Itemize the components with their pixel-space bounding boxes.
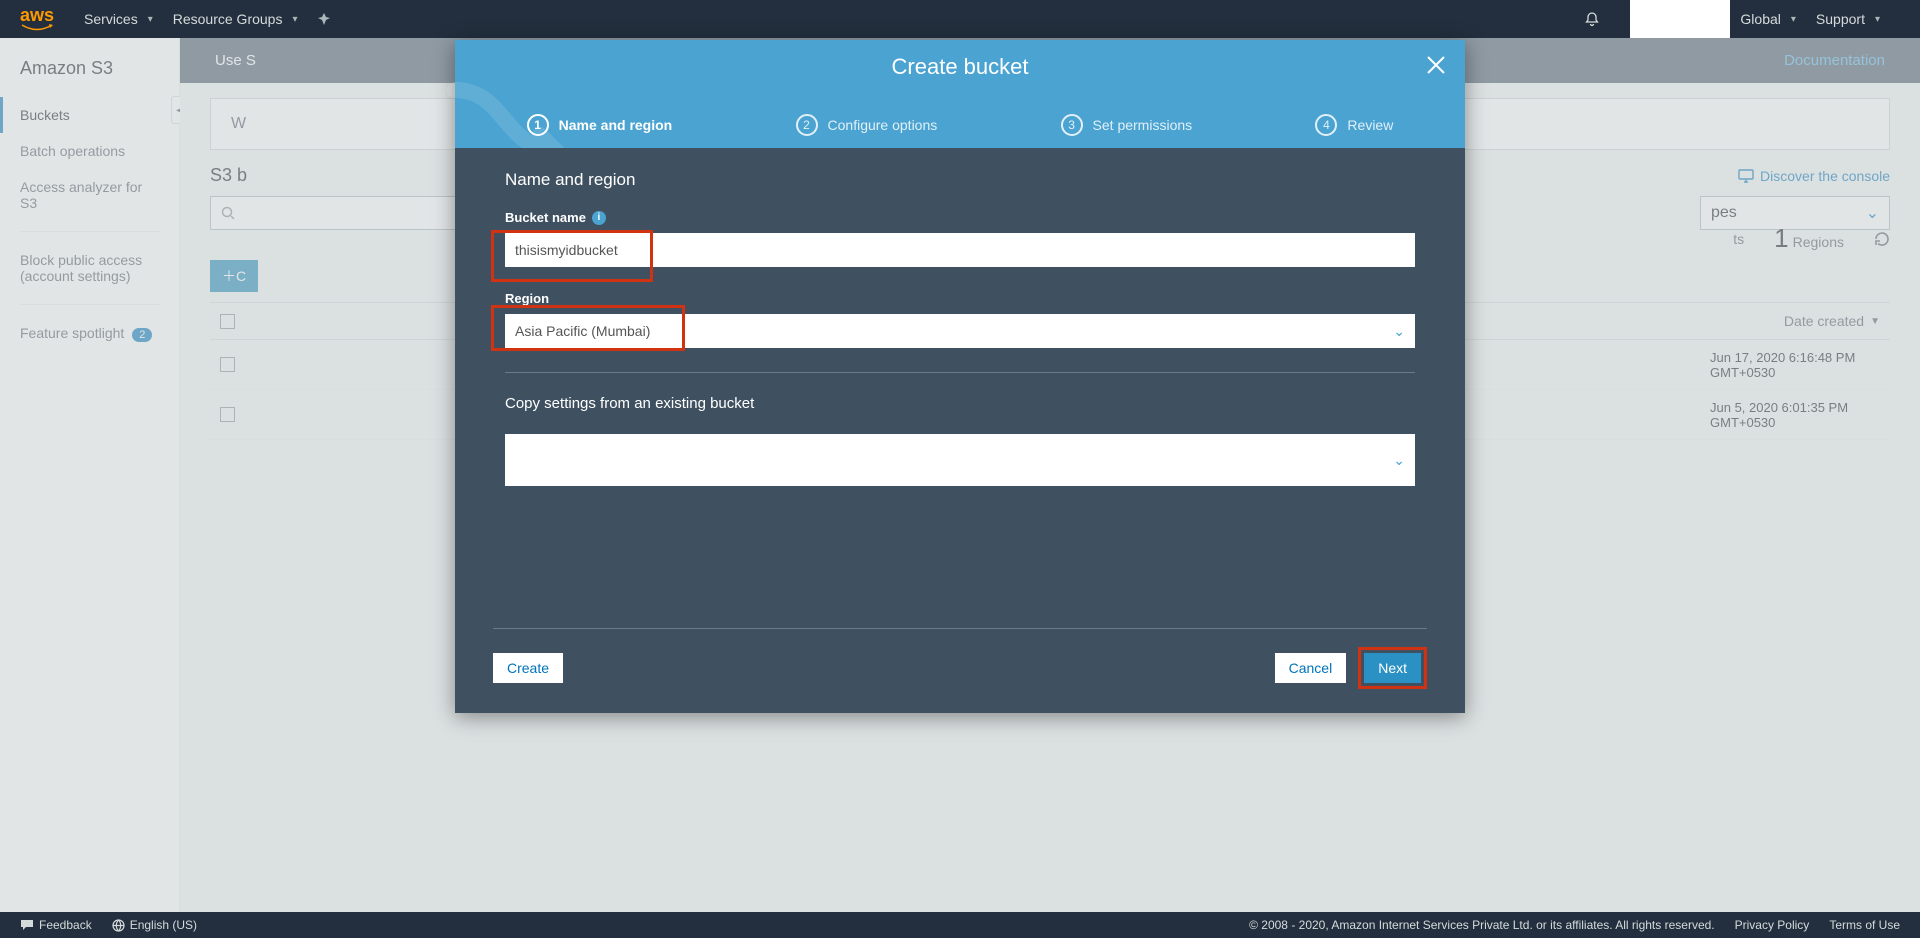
- divider: [505, 372, 1415, 373]
- copy-settings-select[interactable]: ⌄: [505, 434, 1415, 486]
- bucket-name-group: Bucket name i: [505, 210, 1415, 267]
- highlight-box: Next: [1358, 647, 1427, 689]
- step-configure[interactable]: 2Configure options: [796, 114, 938, 136]
- region-select[interactable]: Asia Pacific (Mumbai) ⌄: [505, 314, 1415, 348]
- copy-settings-label: Copy settings from an existing bucket: [505, 395, 1415, 412]
- wizard-steps: 1Name and region 2Configure options 3Set…: [455, 114, 1465, 136]
- modal-wrapper: Create bucket 1Name and region 2Configur…: [0, 0, 1920, 938]
- step-label: Review: [1347, 117, 1393, 133]
- step-label: Set permissions: [1093, 117, 1193, 133]
- info-icon[interactable]: i: [592, 211, 606, 225]
- chevron-down-icon: ⌄: [1393, 452, 1405, 469]
- modal-title: Create bucket: [455, 40, 1465, 80]
- modal-header: Create bucket 1Name and region 2Configur…: [455, 40, 1465, 148]
- modal-body: Name and region Bucket name i Region Asi…: [455, 148, 1465, 628]
- close-icon: [1425, 54, 1447, 76]
- step-permissions[interactable]: 3Set permissions: [1061, 114, 1193, 136]
- close-button[interactable]: [1425, 54, 1447, 81]
- section-title: Name and region: [505, 170, 1415, 190]
- region-group: Region Asia Pacific (Mumbai) ⌄: [505, 291, 1415, 348]
- region-value: Asia Pacific (Mumbai): [515, 323, 650, 339]
- step-label: Name and region: [559, 117, 673, 133]
- copy-settings-group: Copy settings from an existing bucket ⌄: [505, 395, 1415, 486]
- bucket-name-input[interactable]: [505, 233, 1415, 267]
- next-button[interactable]: Next: [1364, 653, 1421, 683]
- region-label: Region: [505, 291, 1415, 306]
- chevron-down-icon: ⌄: [1393, 323, 1405, 340]
- step-label: Configure options: [828, 117, 938, 133]
- modal-footer: Create Cancel Next: [493, 628, 1427, 713]
- create-bucket-modal: Create bucket 1Name and region 2Configur…: [455, 40, 1465, 713]
- step-review[interactable]: 4Review: [1315, 114, 1393, 136]
- bucket-name-label: Bucket name i: [505, 210, 1415, 225]
- step-name-region[interactable]: 1Name and region: [527, 114, 673, 136]
- create-button[interactable]: Create: [493, 653, 563, 683]
- cancel-button[interactable]: Cancel: [1275, 653, 1347, 683]
